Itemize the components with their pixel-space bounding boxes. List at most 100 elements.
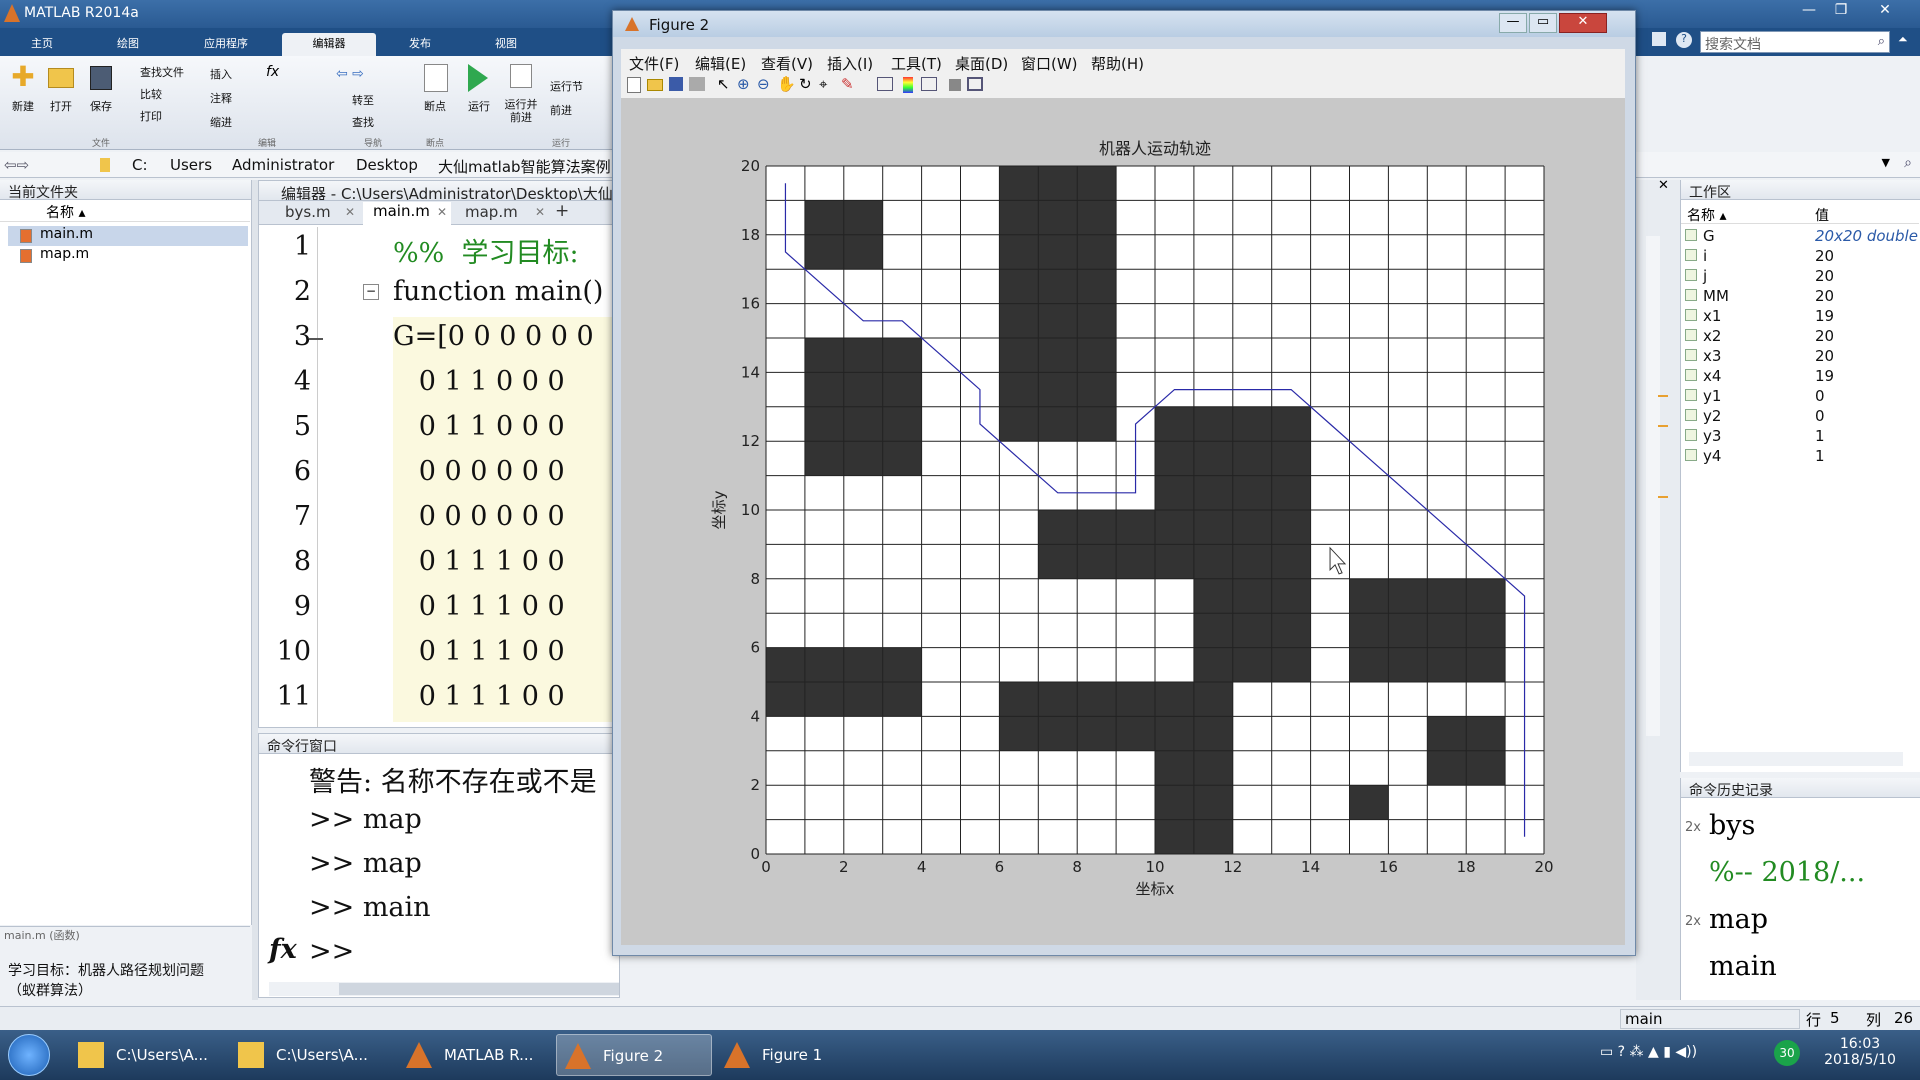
tab-apps[interactable]: 应用程序 — [184, 33, 268, 56]
save-icon[interactable] — [669, 77, 683, 91]
variable-row[interactable]: y2 0 — [1681, 406, 1919, 426]
detail-header[interactable]: main.m (函数) — [0, 926, 250, 944]
chevron-down-icon[interactable]: ▼ — [1882, 156, 1890, 169]
maximize-button[interactable]: ❐ — [1826, 2, 1856, 22]
close-button[interactable]: ✕ — [1870, 2, 1900, 22]
menu-view[interactable]: 查看(V) — [761, 53, 813, 74]
tray-badge[interactable]: 30 — [1774, 1040, 1800, 1066]
run-section-button[interactable]: 运行节 — [550, 78, 583, 94]
menu-help[interactable]: 帮助(H) — [1091, 53, 1144, 74]
insert-button[interactable]: 插入 — [210, 66, 232, 82]
close-tab-icon[interactable]: ✕ — [437, 205, 447, 219]
save-button[interactable]: 保存 — [84, 98, 118, 114]
indent-button[interactable]: 缩进 — [210, 114, 232, 130]
history-item[interactable]: %-- 2018/... — [1681, 849, 1901, 893]
variable-row[interactable]: j 20 — [1681, 266, 1919, 286]
close-tab-icon[interactable]: ✕ — [345, 205, 355, 219]
pointer-icon[interactable]: ↖ — [717, 75, 730, 93]
pan-icon[interactable]: ✋ — [777, 75, 796, 93]
comment-button[interactable]: 注释 — [210, 90, 232, 106]
close-button[interactable]: ✕ — [1559, 13, 1607, 33]
search-icon[interactable]: ⌕ — [1904, 155, 1912, 171]
variable-row[interactable]: y3 1 — [1681, 426, 1919, 446]
fold-icon[interactable]: − — [363, 284, 379, 300]
find-button[interactable]: 查找 — [352, 114, 374, 130]
hide-tools-icon[interactable] — [949, 79, 961, 91]
breakpoints-button[interactable]: 断点 — [418, 98, 452, 114]
fx-icon[interactable]: fx — [269, 934, 297, 965]
variable-row[interactable]: x2 20 — [1681, 326, 1919, 346]
menu-desktop[interactable]: 桌面(D) — [955, 53, 1008, 74]
back-forward-icon[interactable]: ⇦ ⇨ — [336, 66, 364, 82]
legend-icon[interactable] — [921, 77, 937, 91]
advance-button[interactable]: 前进 — [550, 102, 572, 118]
name-column-header[interactable]: 名称 ▴ — [0, 202, 250, 222]
variable-row[interactable]: y1 0 — [1681, 386, 1919, 406]
link-plot-icon[interactable] — [877, 77, 893, 91]
variable-row[interactable]: MM 20 — [1681, 286, 1919, 306]
tab-home[interactable]: 主页 — [0, 33, 84, 56]
tab-editor[interactable]: 编辑器 — [282, 33, 376, 56]
file-item-main[interactable]: main.m — [8, 226, 248, 246]
taskbar-item[interactable]: C:\Users\A... — [70, 1034, 226, 1076]
tab-publish[interactable]: 发布 — [380, 33, 460, 56]
close-tab-icon[interactable]: ✕ — [535, 205, 545, 219]
menu-insert[interactable]: 插入(I) — [827, 53, 873, 74]
print-button[interactable]: 打印 — [140, 108, 162, 124]
warning-marker[interactable] — [1658, 425, 1668, 427]
find-files-button[interactable]: 查找文件 — [140, 64, 184, 80]
scroll-thumb[interactable] — [339, 983, 619, 995]
start-button[interactable] — [8, 1034, 50, 1076]
new-button[interactable]: 新建 — [6, 98, 40, 114]
path-segment[interactable]: Administrator — [232, 156, 334, 174]
zoom-out-icon[interactable]: ⊖ — [757, 75, 770, 93]
rotate-icon[interactable]: ↻ — [799, 75, 812, 93]
command-window[interactable]: 命令行窗口 警告: 名称不存在或不是 >> map >> map >> main… — [258, 733, 620, 998]
horizontal-scrollbar[interactable] — [269, 982, 619, 996]
taskbar-item[interactable]: Figure 1 — [716, 1034, 872, 1076]
path-segment[interactable]: Users — [170, 156, 212, 174]
history-item[interactable]: main — [1681, 943, 1901, 987]
minimize-button[interactable]: — — [1794, 2, 1824, 22]
collapse-ribbon-icon[interactable]: ⏶ — [1898, 32, 1908, 47]
file-item-map[interactable]: map.m — [8, 246, 248, 266]
compare-button[interactable]: 比较 — [140, 86, 162, 102]
menu-file[interactable]: 文件(F) — [629, 53, 679, 74]
goto-button[interactable]: 转至 — [352, 92, 374, 108]
name-column-header[interactable]: 名称 ▴ — [1687, 205, 1726, 225]
warning-marker[interactable] — [1658, 395, 1668, 397]
add-tab-button[interactable]: + — [555, 201, 569, 221]
path-segment[interactable]: C: — [132, 156, 148, 174]
path-segment[interactable]: 大仙matlab智能算法案例 — [438, 156, 611, 177]
colorbar-icon[interactable] — [903, 77, 913, 93]
history-item[interactable]: 2x bys — [1681, 802, 1901, 846]
taskbar-item[interactable]: Figure 2 — [556, 1034, 712, 1076]
new-figure-icon[interactable] — [627, 77, 641, 93]
variable-row[interactable]: i 20 — [1681, 246, 1919, 266]
run-advance-button[interactable]: 运行并 前进 — [500, 98, 542, 124]
search-documentation-field[interactable]: 搜索文档 ⌕ — [1700, 31, 1890, 53]
menu-window[interactable]: 窗口(W) — [1021, 53, 1078, 74]
brush-icon[interactable]: ✎ — [841, 75, 854, 93]
run-button[interactable]: 运行 — [462, 98, 496, 114]
show-tools-icon[interactable] — [967, 77, 983, 91]
vertical-scrollbar[interactable] — [1646, 236, 1660, 736]
taskbar-item[interactable]: MATLAB R... — [398, 1034, 554, 1076]
variable-row[interactable]: y4 1 — [1681, 446, 1919, 466]
variable-row[interactable]: x3 20 — [1681, 346, 1919, 366]
maximize-button[interactable]: ▭ — [1529, 13, 1557, 33]
open-button[interactable]: 打开 — [44, 98, 78, 114]
quick-access-icon[interactable] — [1652, 32, 1666, 46]
zoom-in-icon[interactable]: ⊕ — [737, 75, 750, 93]
fx-insert-icon[interactable]: fx — [266, 64, 279, 80]
data-cursor-icon[interactable]: ⌖ — [819, 75, 827, 93]
history-item[interactable]: 2x map — [1681, 896, 1901, 940]
nav-arrows-icon[interactable]: ⇦⇨ — [4, 156, 29, 174]
print-icon[interactable] — [689, 77, 705, 91]
menu-edit[interactable]: 编辑(E) — [695, 53, 746, 74]
tab-plots[interactable]: 绘图 — [88, 33, 168, 56]
path-segment[interactable]: Desktop — [356, 156, 418, 174]
open-icon[interactable] — [647, 79, 663, 91]
horizontal-scrollbar[interactable] — [1689, 752, 1903, 766]
address-bar[interactable]: ⇦⇨ C: Users Administrator Desktop 大仙matl… — [0, 152, 620, 178]
